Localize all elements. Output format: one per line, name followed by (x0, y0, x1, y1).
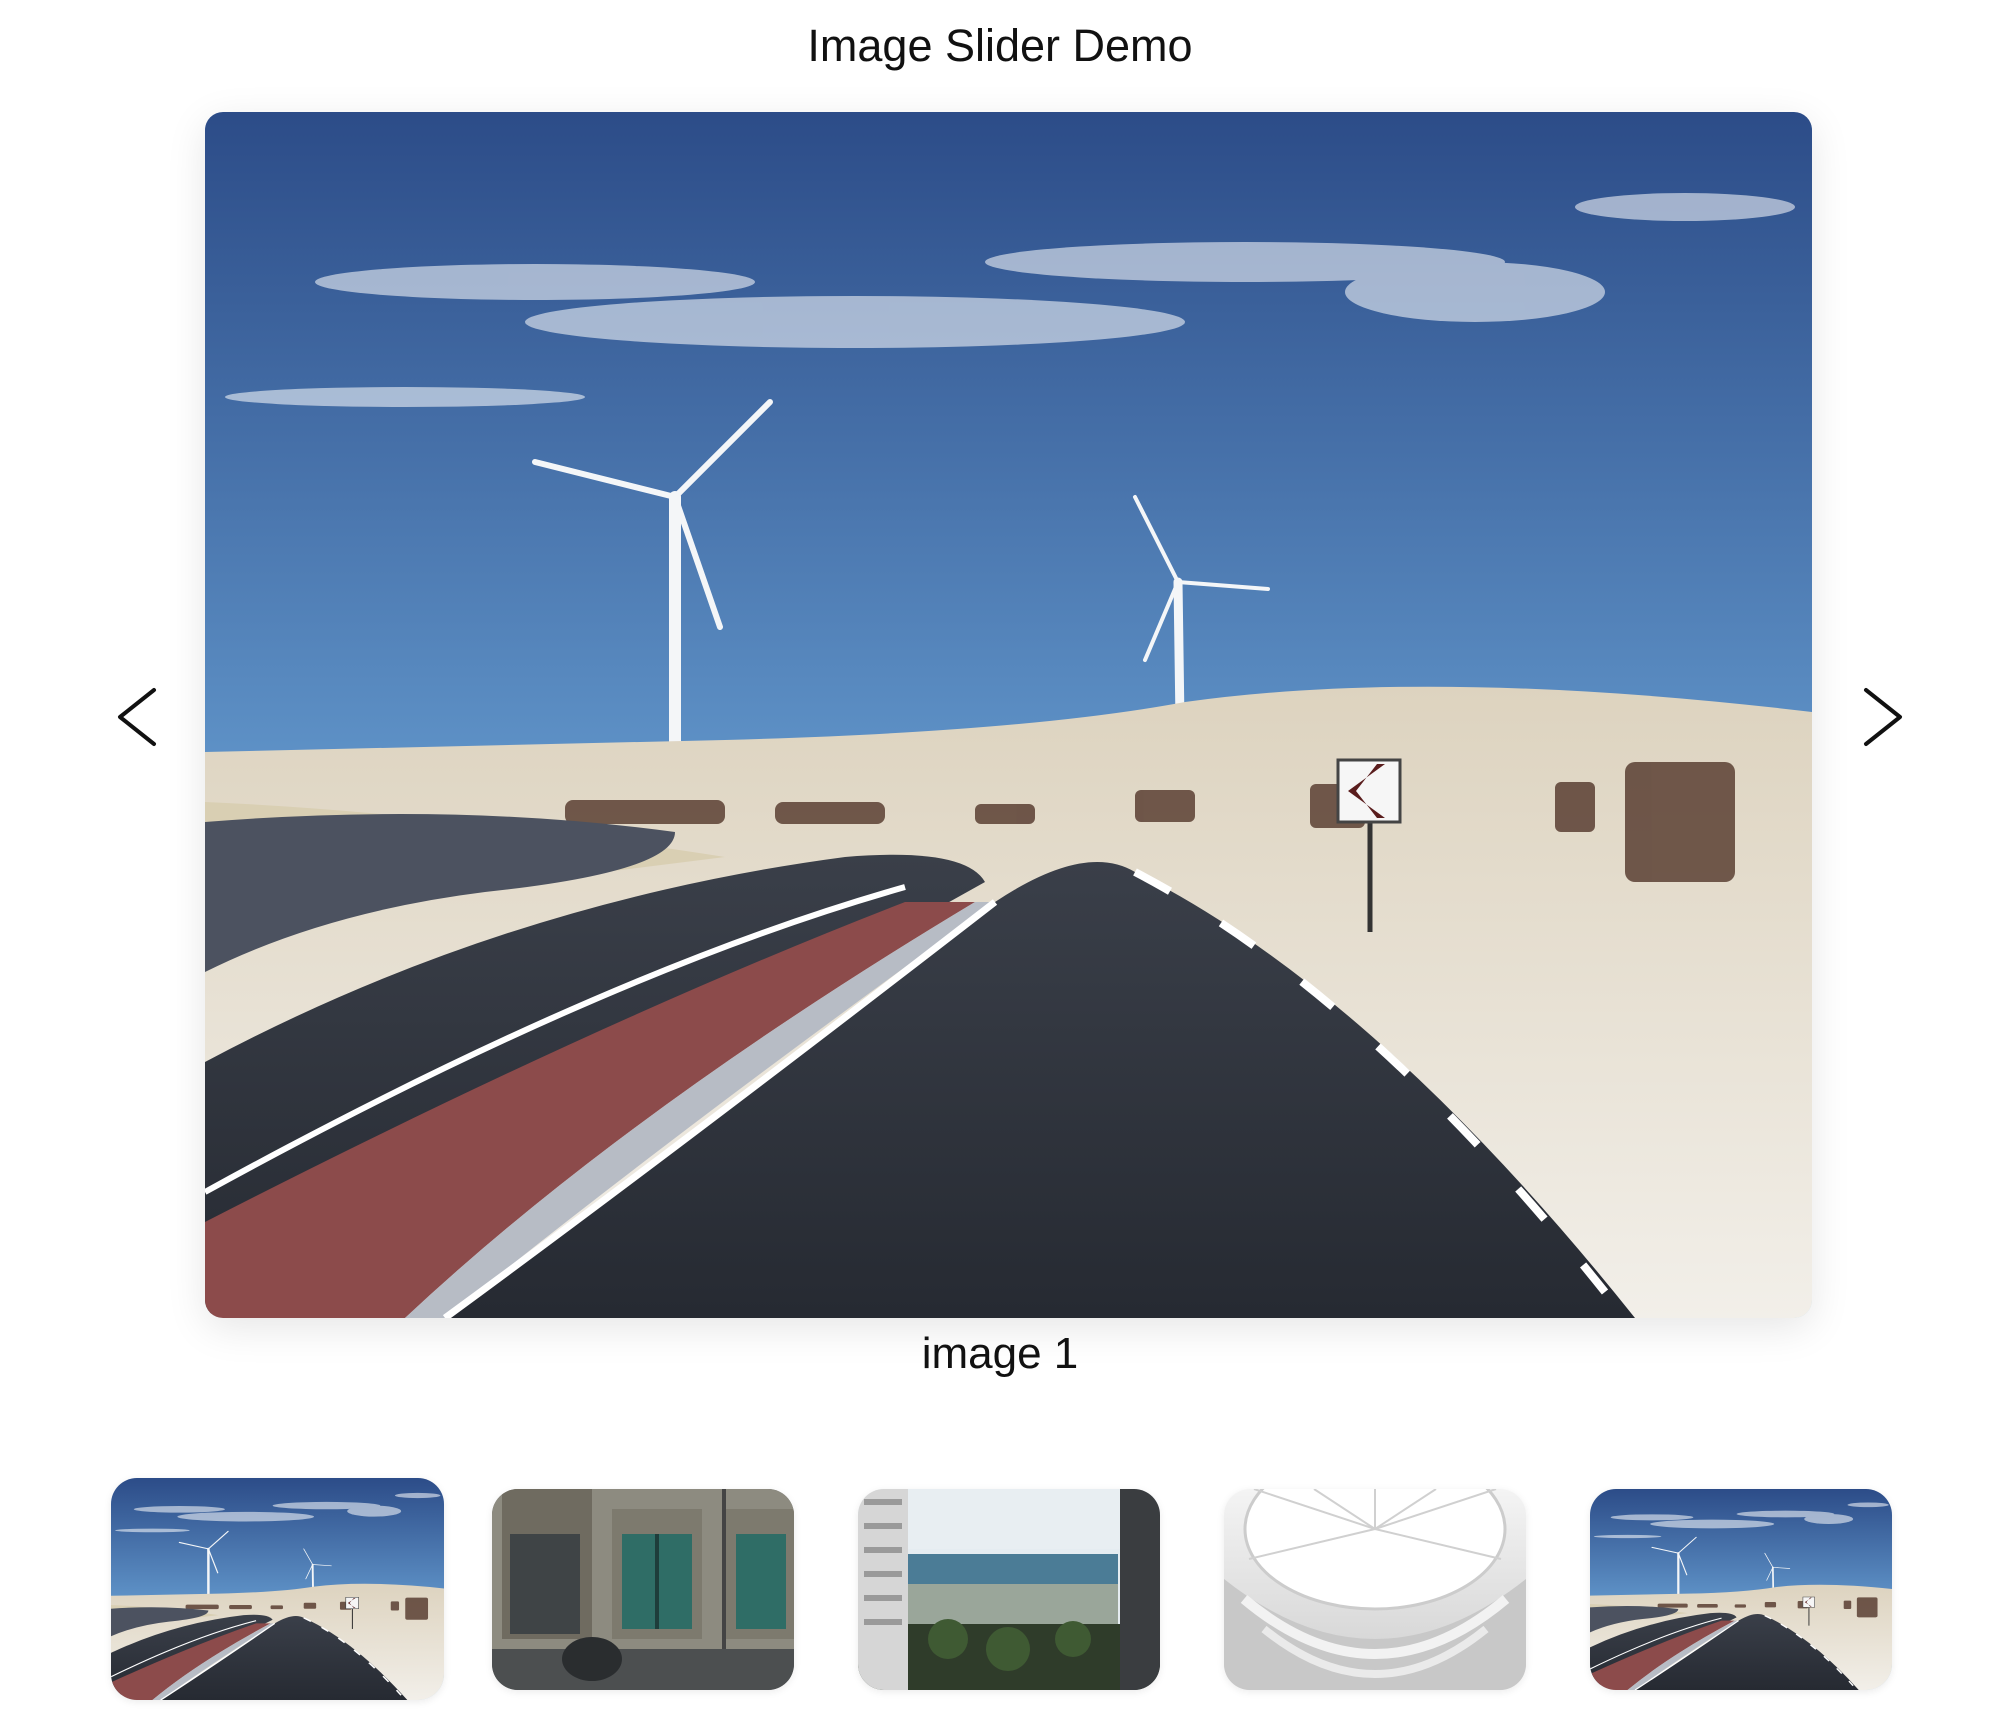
thumbnail-1[interactable] (111, 1478, 444, 1700)
thumbnail-2[interactable] (492, 1489, 794, 1690)
thumbnail-3[interactable] (858, 1489, 1160, 1690)
thumbnail-4[interactable] (1224, 1489, 1526, 1690)
next-slide-button[interactable] (1854, 677, 1914, 757)
chevron-right-icon (1864, 688, 1902, 746)
chevron-left-icon (118, 688, 156, 746)
thumbnail-5[interactable] (1590, 1489, 1892, 1690)
slider-page: Image Slider Demo image 1 (0, 0, 2000, 1722)
previous-slide-button[interactable] (106, 677, 166, 757)
page-title: Image Slider Demo (807, 20, 1193, 71)
slide-caption: image 1 (921, 1329, 1079, 1378)
main-slide-image (205, 112, 1812, 1318)
